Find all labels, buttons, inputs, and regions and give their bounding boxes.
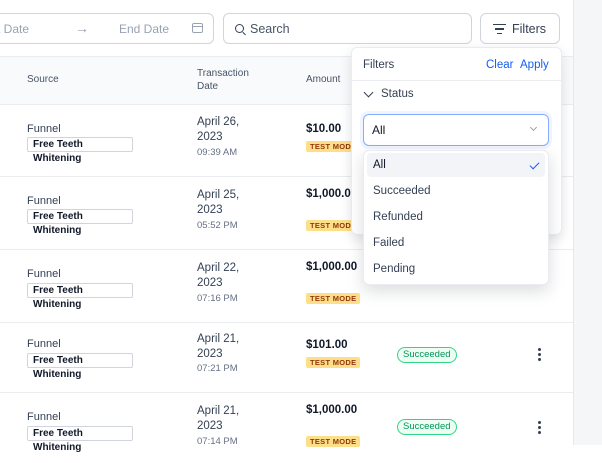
column-transaction-date-line2: Date: [197, 81, 219, 92]
transaction-date: April 25, 2023: [197, 189, 240, 216]
test-mode-badge: TEST MODE: [306, 436, 361, 447]
right-gutter: [573, 0, 602, 445]
transaction-date: April 21, 2023: [197, 333, 240, 360]
filters-button[interactable]: Filters: [480, 13, 560, 44]
filters-button-label: Filters: [512, 22, 547, 36]
transaction-time: 09:39 AM: [197, 147, 238, 158]
status-section-toggle[interactable]: Status: [381, 88, 414, 100]
funnel-tag: Free Teeth Whitening: [27, 137, 133, 164]
table-row[interactable]: Funnel Free Teeth Whitening April 21, 20…: [0, 391, 573, 463]
search-input[interactable]: Search: [223, 13, 472, 44]
source-text: Funnel: [27, 195, 61, 207]
status-option-pending[interactable]: Pending: [367, 257, 545, 281]
apply-filters-link[interactable]: Apply: [520, 59, 549, 71]
transaction-date: April 21, 2023: [197, 405, 240, 432]
funnel-tag: Free Teeth Whitening: [27, 209, 133, 236]
funnel-tag: Free Teeth Whitening: [27, 353, 133, 380]
status-option-refunded[interactable]: Refunded: [367, 205, 545, 229]
test-mode-badge: TEST MODE: [306, 293, 361, 304]
chevron-down-icon: [529, 123, 538, 132]
table-row[interactable]: Funnel Free Teeth Whitening April 21, 20…: [0, 320, 573, 393]
status-option-label: All: [373, 159, 386, 171]
divider: [352, 80, 561, 81]
search-placeholder: Search: [250, 22, 290, 36]
source-text: Funnel: [27, 268, 61, 280]
transaction-time: 07:14 PM: [197, 436, 238, 447]
date-range-picker[interactable]: rt Date → End Date: [0, 13, 214, 44]
transaction-date: April 26, 2023: [197, 116, 240, 143]
status-option-label: Pending: [373, 263, 416, 275]
calendar-icon[interactable]: [192, 23, 203, 33]
status-select[interactable]: All: [363, 114, 549, 146]
status-option-label: Succeeded: [373, 185, 431, 197]
row-actions-kebab-icon[interactable]: [538, 421, 542, 436]
status-option-label: Refunded: [373, 211, 423, 223]
transaction-time: 07:16 PM: [197, 293, 238, 304]
status-option-succeeded[interactable]: Succeeded: [367, 179, 545, 203]
status-select-value: All: [372, 123, 386, 137]
source-text: Funnel: [27, 123, 61, 135]
column-source[interactable]: Source: [27, 73, 59, 86]
amount: $1,000.00: [306, 261, 358, 273]
amount: $1,000.00: [306, 404, 358, 416]
test-mode-badge: TEST MODE: [306, 357, 361, 368]
clear-filters-link[interactable]: Clear: [486, 59, 513, 71]
transaction-time: 07:21 PM: [197, 363, 238, 374]
status-option-label: Failed: [373, 237, 405, 249]
chevron-down-icon[interactable]: [363, 87, 374, 98]
arrow-right-icon: →: [75, 20, 89, 36]
column-amount[interactable]: Amount: [306, 73, 340, 86]
filter-panel-title: Filters: [363, 59, 395, 71]
filter-icon: [493, 24, 506, 37]
column-transaction-date[interactable]: Transaction Date: [197, 67, 249, 93]
search-icon: [235, 24, 244, 33]
status-badge: Succeeded: [397, 419, 457, 435]
funnel-tag: Free Teeth Whitening: [27, 283, 133, 310]
end-date-field[interactable]: End Date: [119, 22, 169, 36]
column-transaction-date-line1: Transaction: [197, 68, 249, 79]
status-options-menu: All Succeeded Refunded Failed Pending: [363, 150, 549, 285]
status-badge: Succeeded: [397, 347, 457, 363]
status-option-all[interactable]: All: [367, 153, 545, 177]
checkmark-icon: [529, 159, 540, 170]
transaction-date: April 22, 2023: [197, 262, 240, 289]
funnel-tag: Free Teeth Whitening: [27, 426, 133, 453]
status-option-failed[interactable]: Failed: [367, 231, 545, 255]
source-text: Funnel: [27, 411, 61, 423]
amount: $101.00: [306, 339, 348, 351]
transaction-time: 05:52 PM: [197, 220, 238, 231]
row-actions-kebab-icon[interactable]: [538, 348, 542, 363]
source-text: Funnel: [27, 338, 61, 350]
start-date-field[interactable]: rt Date: [0, 22, 29, 36]
